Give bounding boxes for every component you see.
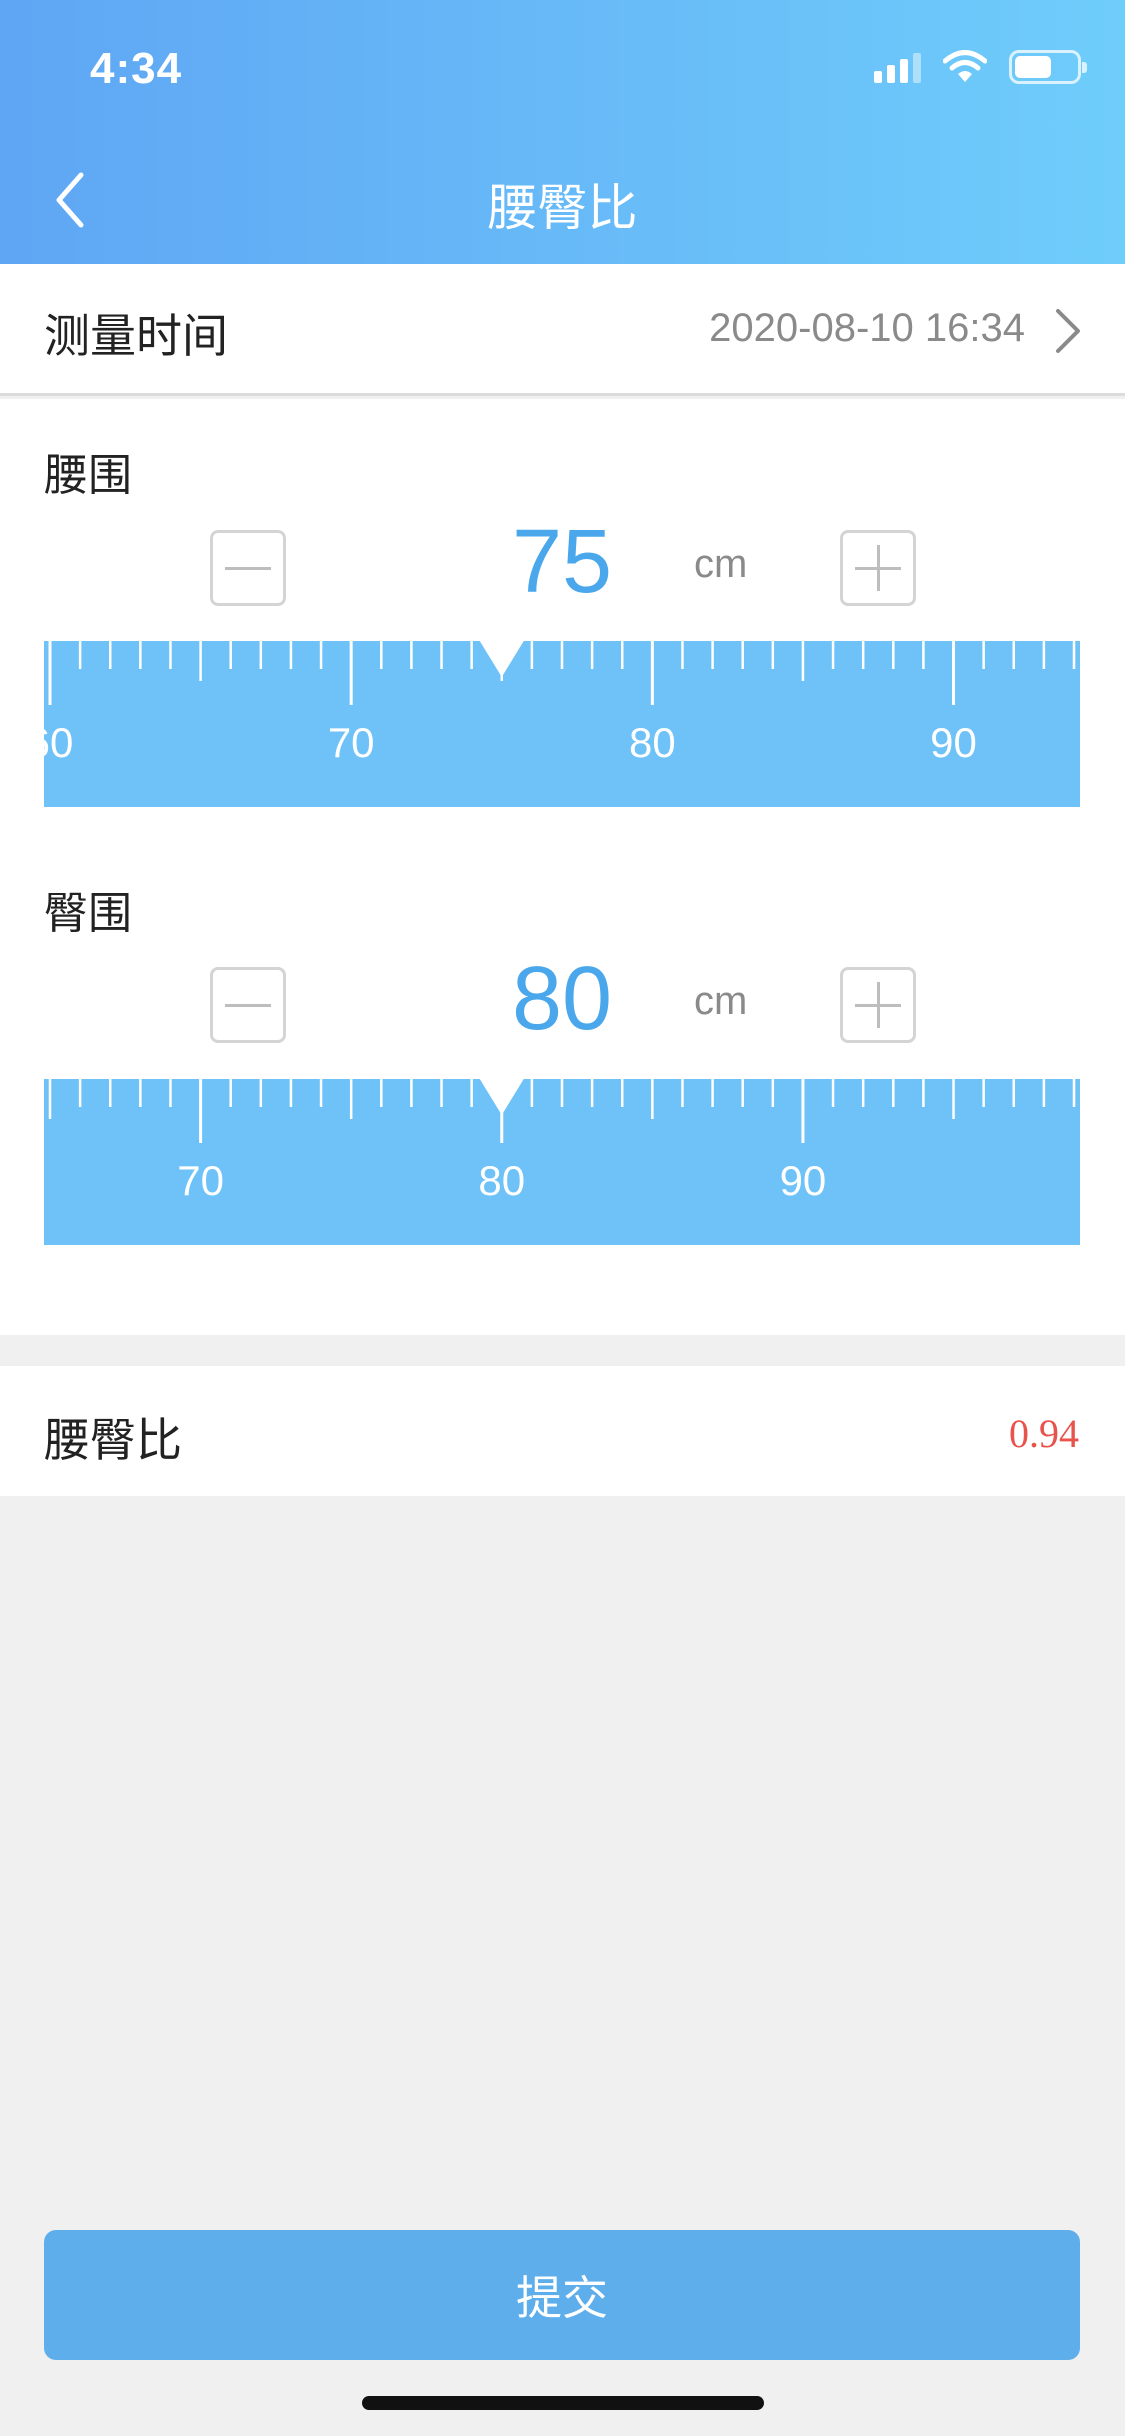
hip-tick-label: 90 (780, 1157, 827, 1204)
waist-increase-button[interactable] (840, 530, 916, 606)
hip-value: 80 (511, 949, 613, 1049)
waist-value: 75 (511, 512, 613, 612)
home-indicator (362, 2396, 764, 2410)
battery-icon (1009, 50, 1087, 84)
hip-tick-label: 70 (177, 1157, 224, 1204)
nav-header: 4:34 腰臀比 (0, 0, 1125, 264)
waist-tick-label: 60 (44, 719, 73, 766)
waist-tick-label: 80 (629, 719, 676, 766)
hip-ruler-scale: 70 80 90 (48, 1079, 1076, 1204)
cellular-signal-icon (874, 51, 921, 83)
status-time: 4:34 (90, 44, 183, 93)
hip-ruler[interactable]: 70 80 90 (44, 1079, 1080, 1245)
ratio-label: 腰臀比 (44, 1413, 182, 1467)
ratio-value: 0.94 (1009, 1411, 1079, 1456)
waist-tick-label: 70 (328, 719, 375, 766)
hip-unit: cm (694, 979, 748, 1023)
page-title: 腰臀比 (487, 179, 638, 237)
measure-time-row[interactable]: 测量时间 2020-08-10 16:34 (0, 264, 1125, 396)
measure-time-value: 2020-08-10 16:34 (709, 306, 1025, 350)
measure-time-label: 测量时间 (44, 309, 228, 363)
minus-icon (225, 566, 271, 570)
waist-unit: cm (694, 542, 748, 586)
hip-tick-label: 80 (478, 1157, 525, 1204)
minus-icon (225, 1003, 271, 1007)
waist-decrease-button[interactable] (210, 530, 286, 606)
submit-button[interactable]: 提交 (44, 2230, 1080, 2360)
wifi-icon (943, 50, 987, 82)
waist-ruler-scale: 60 70 80 90 (44, 641, 1076, 766)
hip-pointer-indicator (479, 1079, 524, 1115)
ratio-row: 腰臀比 0.94 (0, 1366, 1125, 1496)
status-icons (874, 50, 1087, 84)
hip-label: 臀围 (44, 888, 132, 939)
chevron-right-icon (1056, 309, 1080, 353)
waist-pointer-indicator (479, 641, 524, 677)
hip-increase-button[interactable] (840, 967, 916, 1043)
waist-label: 腰围 (44, 450, 132, 501)
measure-panel: 腰围 75 cm 60 70 80 90 臀围 80 cm 70 80 90 (0, 399, 1125, 1335)
waist-tick-label: 90 (930, 719, 977, 766)
waist-ruler[interactable]: 60 70 80 90 (44, 641, 1080, 807)
hip-decrease-button[interactable] (210, 967, 286, 1043)
